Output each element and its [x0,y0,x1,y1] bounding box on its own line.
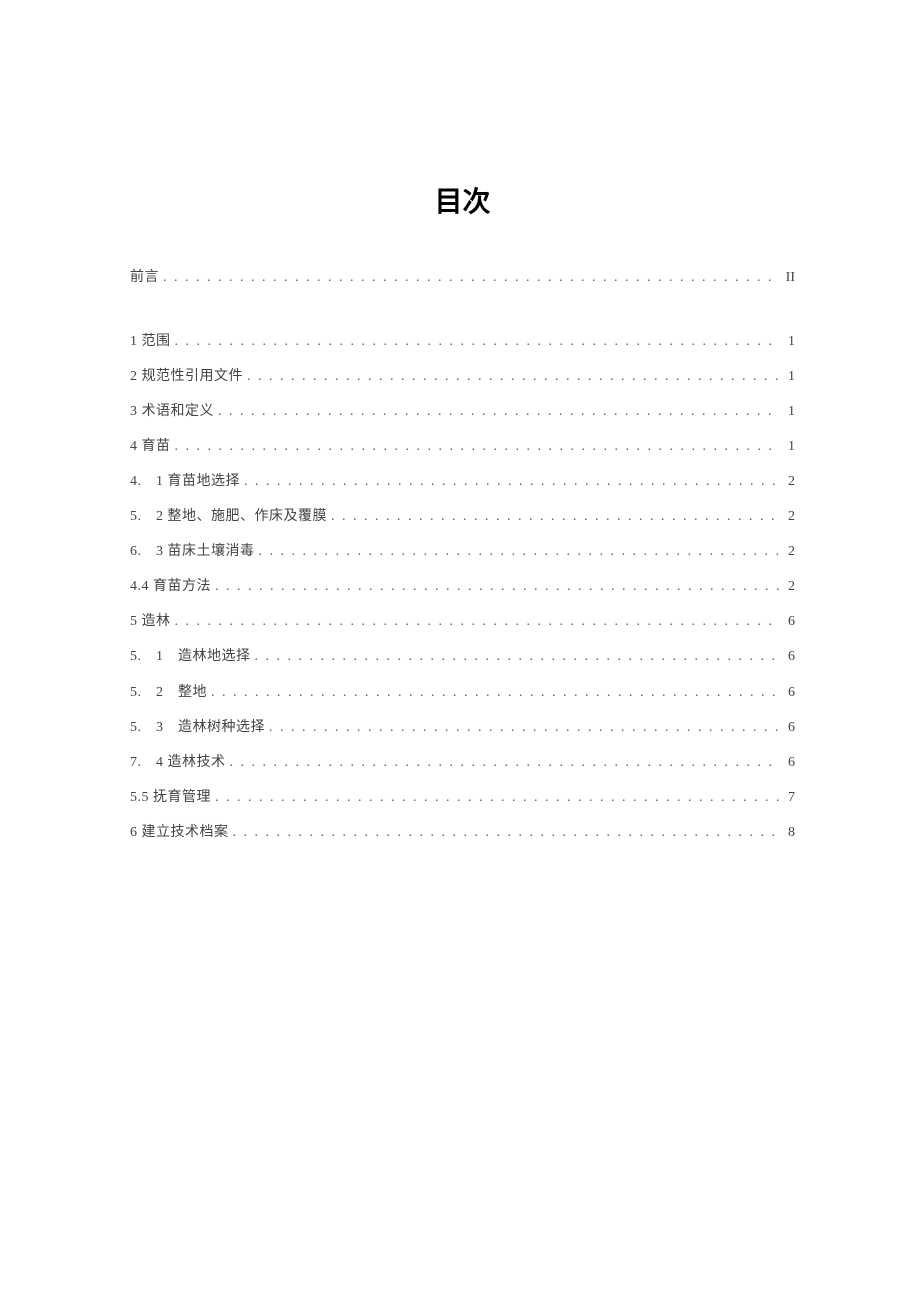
toc-entry: 1 范围 1 [130,332,795,352]
toc-entry: 5. 1 造林地选择 6 [130,647,795,667]
toc-entry: 2 规范性引用文件 1 [130,367,795,387]
toc-entry-label: 2 规范性引用文件 [130,367,243,387]
toc-title: 目次 [130,180,795,220]
toc-entry: 5. 3 造林树种选择 6 [130,718,795,738]
toc-leader-dots [229,823,784,843]
toc-entry-label: 3 术语和定义 [130,402,214,422]
toc-entry: 7. 4 造林技术 6 [130,753,795,773]
toc-entry: 4 育苗 1 [130,437,795,457]
toc-leader-dots [265,718,783,738]
toc-entry: 前言 II [130,268,795,288]
toc-entry-page: 1 [783,437,795,457]
toc-leader-dots [159,268,783,288]
toc-leader-dots [171,437,784,457]
toc-entry-page: 7 [783,788,795,808]
toc-entry-page: 6 [783,718,795,738]
toc-entry-label: 1 范围 [130,332,171,352]
toc-leader-dots [207,683,783,703]
toc-entry-page: 2 [783,542,795,562]
toc-entry: 6 建立技术档案 8 [130,823,795,843]
toc-entry-page: 6 [783,647,795,667]
toc-entry: 3 术语和定义 1 [130,402,795,422]
toc-entry-page: 8 [783,823,795,843]
toc-leader-dots [211,788,783,808]
toc-leader-dots [327,507,783,527]
toc-leader-dots [240,472,783,492]
toc-leader-dots [171,612,784,632]
toc-entry-label: 5. 3 造林树种选择 [130,718,265,738]
toc-entry: 6. 3 苗床土壤消毒 2 [130,542,795,562]
toc-entry-page: 1 [783,367,795,387]
toc-entry: 4.4 育苗方法 2 [130,577,795,597]
toc-entry-page: 2 [783,507,795,527]
toc-entry-page: 2 [783,577,795,597]
toc-entry: 4. 1 育苗地选择 2 [130,472,795,492]
toc-entry-page: 2 [783,472,795,492]
toc-entry-label: 前言 [130,268,159,288]
toc-entry-page: 1 [783,332,795,352]
toc-leader-dots [226,753,784,773]
toc-entry-label: 5 造林 [130,612,171,632]
toc-entry: 5.5 抚育管理 7 [130,788,795,808]
toc-list: 前言 II 1 范围 1 2 规范性引用文件 1 3 术语和定义 1 4 育苗 1 4. 1 育苗地… [130,268,795,843]
toc-leader-dots [251,647,784,667]
toc-leader-dots [255,542,784,562]
toc-entry: 5. 2 整地 6 [130,683,795,703]
toc-leader-dots [211,577,783,597]
toc-entry: 5. 2 整地、施肥、作床及覆膜 2 [130,507,795,527]
toc-leader-dots [214,402,783,422]
toc-entry-page: 6 [783,683,795,703]
toc-entry-label: 5.5 抚育管理 [130,788,211,808]
toc-entry-label: 5. 1 造林地选择 [130,647,251,667]
toc-entry-label: 4.4 育苗方法 [130,577,211,597]
toc-entry-page: 6 [783,612,795,632]
toc-entry-label: 6. 3 苗床土壤消毒 [130,542,255,562]
document-page: 目次 前言 II 1 范围 1 2 规范性引用文件 1 3 术语和定义 1 4 育苗 1 4. 1 … [0,0,920,843]
toc-entry-page: II [783,268,795,288]
toc-entry-label: 5. 2 整地、施肥、作床及覆膜 [130,507,327,527]
toc-entry-label: 7. 4 造林技术 [130,753,226,773]
toc-leader-dots [171,332,784,352]
toc-entry-page: 6 [783,753,795,773]
toc-leader-dots [243,367,783,387]
toc-entry: 5 造林 6 [130,612,795,632]
toc-entry-label: 4 育苗 [130,437,171,457]
toc-entry-label: 6 建立技术档案 [130,823,229,843]
toc-entry-label: 4. 1 育苗地选择 [130,472,240,492]
toc-entry-page: 1 [783,402,795,422]
toc-entry-label: 5. 2 整地 [130,683,207,703]
